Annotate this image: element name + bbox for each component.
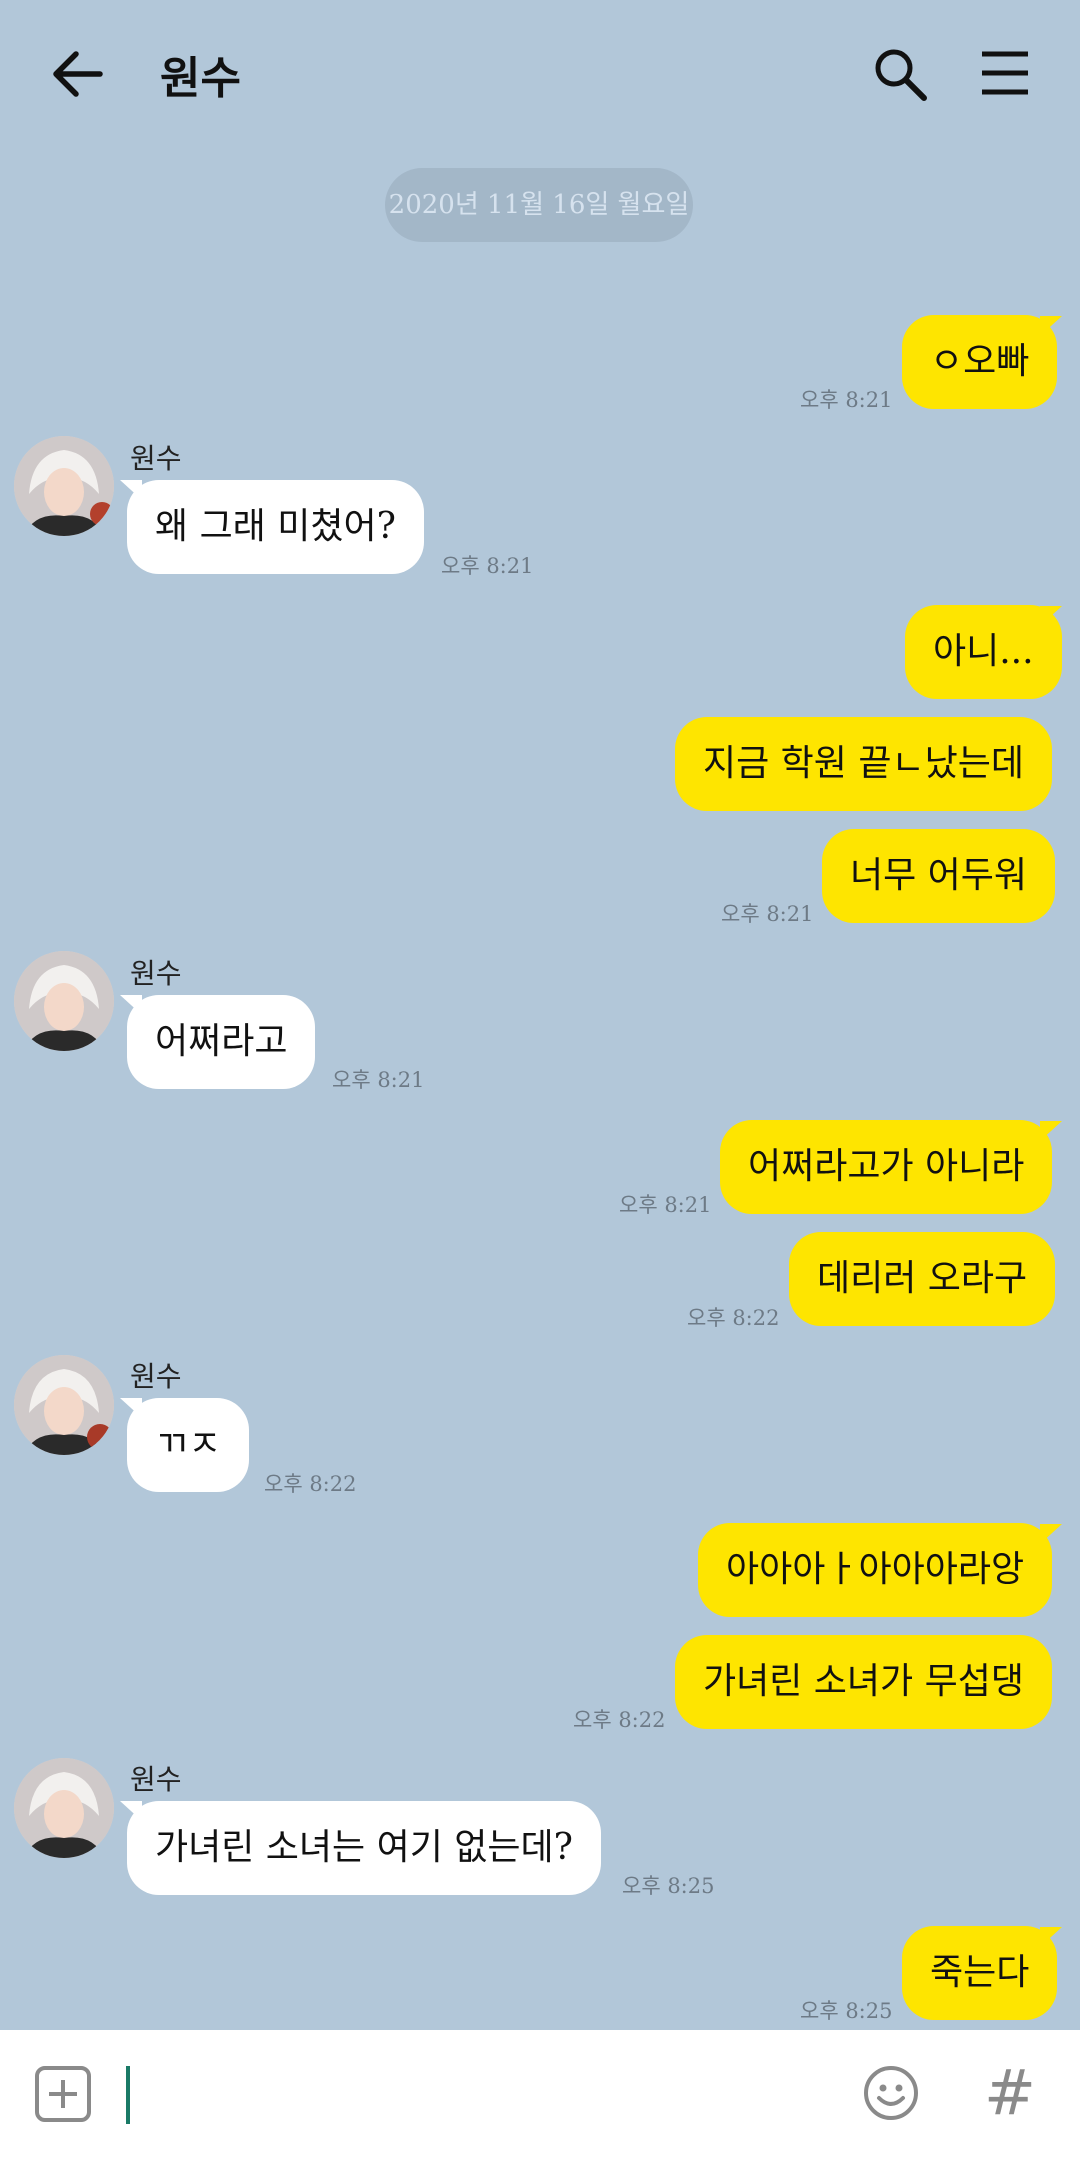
bubble-tail (120, 995, 142, 1015)
bubble-tail (1040, 1524, 1062, 1544)
message-time: 오후 8:22 (264, 1472, 357, 1496)
avatar[interactable] (14, 436, 114, 536)
my-message-bubble[interactable]: 어쩌라고가 아니라 (720, 1120, 1053, 1214)
plus-square-icon[interactable] (34, 2065, 92, 2123)
avatar[interactable] (14, 1758, 114, 1858)
message-time: 오후 8:21 (721, 902, 814, 926)
bubble-tail (1040, 606, 1062, 626)
back-arrow-icon[interactable] (50, 48, 106, 100)
date-divider: 2020년 11월 16일 월요일 (385, 168, 693, 242)
message-time: 오후 8:25 (622, 1874, 715, 1898)
my-message-bubble[interactable]: 너무 어두워 (822, 829, 1056, 923)
search-icon[interactable] (872, 46, 928, 102)
my-message-bubble[interactable]: 지금 학원 끝ㄴ났는데 (675, 717, 1052, 811)
message-time: 오후 8:22 (573, 1708, 666, 1732)
sender-name: 원수 (130, 1360, 182, 1393)
chat-title: 원수 (160, 53, 241, 104)
message-time: 오후 8:21 (441, 554, 534, 578)
text-input-cursor[interactable] (126, 2066, 130, 2124)
sender-name: 원수 (130, 1763, 182, 1796)
their-message-bubble[interactable]: 가녀린 소녀는 여기 없는데? (127, 1801, 601, 1895)
chat-header: 원수 (0, 0, 1080, 150)
avatar[interactable] (14, 951, 114, 1051)
sender-name: 원수 (130, 957, 182, 990)
message-time: 오후 8:21 (619, 1193, 712, 1217)
message-time: 오후 8:22 (687, 1306, 780, 1330)
their-message-bubble[interactable]: ㄲㅈ (127, 1398, 250, 1492)
bubble-tail (1040, 1121, 1062, 1141)
bubble-tail (120, 1801, 142, 1821)
hashtag-search-button[interactable]: # (984, 2056, 1036, 2129)
message-time: 오후 8:25 (800, 1999, 893, 2023)
emoji-icon[interactable] (862, 2064, 920, 2122)
hamburger-menu-icon[interactable] (980, 50, 1030, 96)
bubble-tail (1040, 316, 1062, 336)
my-message-bubble[interactable]: 데리러 오라구 (789, 1232, 1056, 1326)
my-message-bubble[interactable]: 죽는다 (902, 1926, 1058, 2020)
my-message-bubble[interactable]: 아니... (905, 605, 1062, 699)
their-message-bubble[interactable]: 왜 그래 미쳤어? (127, 480, 424, 574)
bubble-tail (120, 480, 142, 500)
message-input-bar: # (0, 2030, 1080, 2157)
their-message-bubble[interactable]: 어쩌라고 (127, 995, 316, 1089)
bubble-tail (120, 1398, 142, 1418)
bubble-tail (1040, 1927, 1062, 1947)
message-time: 오후 8:21 (800, 388, 893, 412)
my-message-bubble[interactable]: ㅇ오빠 (902, 315, 1058, 409)
avatar[interactable] (14, 1355, 114, 1455)
message-time: 오후 8:21 (332, 1068, 425, 1092)
sender-name: 원수 (130, 442, 182, 475)
my-message-bubble[interactable]: 가녀린 소녀가 무섭댕 (675, 1635, 1052, 1729)
my-message-bubble[interactable]: 아아아ㅏ아아아라앙 (698, 1523, 1053, 1617)
